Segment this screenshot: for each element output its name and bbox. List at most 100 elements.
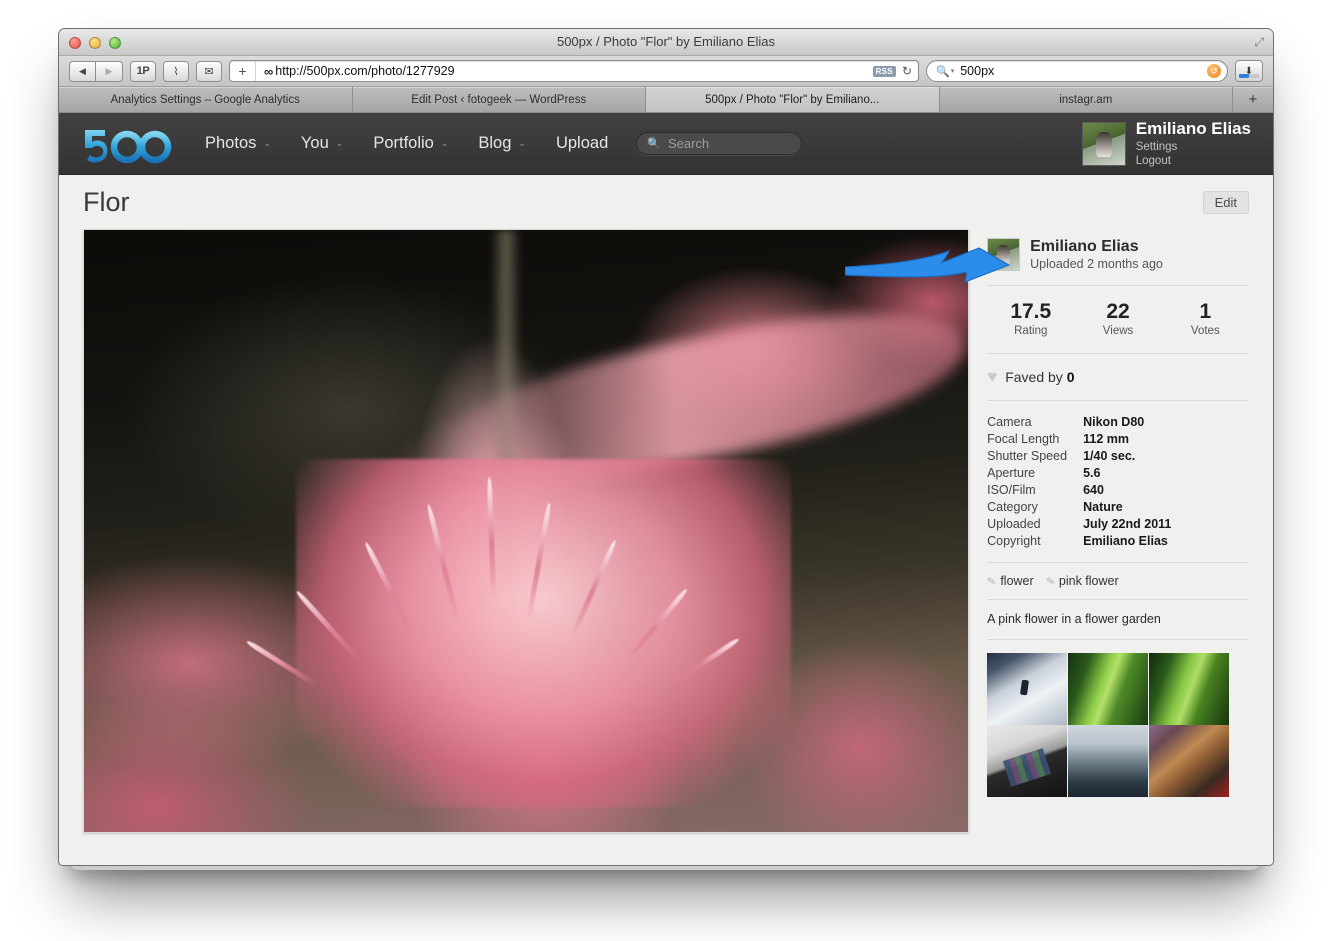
- avatar[interactable]: [987, 238, 1020, 271]
- onepassword-button[interactable]: 1P: [130, 61, 156, 82]
- thumbnail-item[interactable]: [1068, 725, 1148, 797]
- user-menu: Emiliano Elias Settings Logout: [1082, 118, 1251, 169]
- window-title: 500px / Photo "Flor" by Emiliano Elias: [59, 34, 1273, 49]
- nav-item-upload[interactable]: Upload: [544, 128, 620, 159]
- sidebar-author[interactable]: Emiliano Elias Uploaded 2 months ago: [987, 233, 1249, 285]
- stat-value: 1: [1162, 300, 1249, 323]
- 500px-logo[interactable]: [81, 123, 173, 165]
- photo-viewer[interactable]: [83, 229, 969, 833]
- exif-key: Camera: [987, 414, 1083, 431]
- reload-icon[interactable]: ↻: [902, 64, 912, 78]
- rss-icon-button[interactable]: ⌇: [163, 61, 189, 82]
- thumbnail-item[interactable]: [1068, 653, 1148, 725]
- author-name[interactable]: Emiliano Elias: [1030, 237, 1163, 257]
- address-bar-actions: RSS ↻: [873, 64, 918, 78]
- window-footer: [59, 865, 1273, 866]
- back-button[interactable]: [69, 61, 96, 82]
- exif-value: 112 mm: [1083, 431, 1129, 448]
- exif-row: Uploaded July 22nd 2011: [987, 516, 1249, 533]
- faved-count: 0: [1067, 369, 1075, 385]
- thumbnail-item[interactable]: [1149, 725, 1229, 797]
- thumbnail-item[interactable]: [987, 653, 1067, 725]
- stat-value: 22: [1074, 300, 1161, 323]
- thumbnail-item[interactable]: [987, 725, 1067, 797]
- faved-row[interactable]: ♥ Faved by 0: [987, 354, 1249, 400]
- browser-search-field[interactable]: 🔍 ▾ 500px ↺: [926, 60, 1228, 82]
- logout-link[interactable]: Logout: [1136, 154, 1251, 169]
- edit-button[interactable]: Edit: [1203, 191, 1249, 214]
- exif-table: Camera Nikon D80 Focal Length 112 mm Shu…: [987, 401, 1249, 562]
- exif-row: Category Nature: [987, 499, 1249, 516]
- heart-icon: ♥: [987, 368, 997, 385]
- window-titlebar: 500px / Photo "Flor" by Emiliano Elias ⤢: [59, 29, 1273, 56]
- exif-row: Shutter Speed 1/40 sec.: [987, 448, 1249, 465]
- exif-value: 640: [1083, 482, 1104, 499]
- user-name[interactable]: Emiliano Elias: [1136, 118, 1251, 140]
- stat-label: Rating: [987, 325, 1074, 337]
- upload-time: Uploaded 2 months ago: [1030, 257, 1163, 271]
- page-content: Photos ⌄ You ⌄ Portfolio ⌄ Blog ⌄: [59, 113, 1273, 865]
- forward-button[interactable]: [96, 61, 123, 82]
- exif-key: Shutter Speed: [987, 448, 1083, 465]
- content-row: Emiliano Elias Uploaded 2 months ago 17.…: [83, 229, 1249, 833]
- exif-key: ISO/Film: [987, 482, 1083, 499]
- add-bookmark-icon[interactable]: +: [230, 61, 256, 81]
- exif-row: Focal Length 112 mm: [987, 431, 1249, 448]
- thumbnail-item[interactable]: [1149, 653, 1229, 725]
- tag-item[interactable]: ✎ flower: [987, 574, 1034, 588]
- chevron-down-icon[interactable]: ▾: [951, 67, 955, 75]
- tag-list: ✎ flower ✎ pink flower: [987, 563, 1249, 599]
- exif-key: Aperture: [987, 465, 1083, 482]
- exif-value: Nikon D80: [1083, 414, 1144, 431]
- browser-tab-active[interactable]: 500px / Photo "Flor" by Emiliano...: [646, 87, 940, 112]
- nav-item-portfolio[interactable]: Portfolio ⌄: [361, 128, 460, 159]
- browser-tab[interactable]: instagr.am: [940, 87, 1234, 112]
- site-search-placeholder: Search: [668, 136, 709, 151]
- nav-item-you[interactable]: You ⌄: [289, 128, 355, 159]
- address-bar[interactable]: + ∞ http://500px.com/photo/1277929 RSS ↻: [229, 60, 919, 82]
- search-icon: 🔍: [647, 137, 661, 150]
- user-meta: Emiliano Elias Settings Logout: [1136, 118, 1251, 169]
- exif-value: July 22nd 2011: [1083, 516, 1171, 533]
- mail-icon-button[interactable]: ✉: [196, 61, 222, 82]
- clear-search-icon[interactable]: ↺: [1207, 64, 1221, 78]
- browser-tab[interactable]: Analytics Settings – Google Analytics: [59, 87, 353, 112]
- photo-description: A pink flower in a flower garden: [987, 600, 1249, 639]
- browser-search-value: 500px: [960, 64, 994, 78]
- chevron-down-icon: ⌄: [263, 138, 271, 149]
- tag-item[interactable]: ✎ pink flower: [1046, 574, 1119, 588]
- stat-label: Votes: [1162, 325, 1249, 337]
- downloads-button[interactable]: ⬇: [1235, 60, 1263, 82]
- nav-buttons: [69, 61, 123, 82]
- browser-window: 500px / Photo "Flor" by Emiliano Elias ⤢…: [58, 28, 1274, 866]
- related-thumbnails: [987, 640, 1249, 797]
- rss-badge[interactable]: RSS: [873, 66, 896, 77]
- faved-label: Faved by 0: [1005, 369, 1074, 385]
- exif-value: 1/40 sec.: [1083, 448, 1135, 465]
- tag-label: pink flower: [1059, 574, 1119, 588]
- avatar[interactable]: [1082, 122, 1126, 166]
- exif-row: Aperture 5.6: [987, 465, 1249, 482]
- stat-rating: 17.5 Rating: [987, 300, 1074, 337]
- fullscreen-icon[interactable]: ⤢: [1254, 36, 1264, 48]
- new-tab-button[interactable]: +: [1233, 87, 1273, 112]
- browser-toolbar: 1P ⌇ ✉ + ∞ http://500px.com/photo/127792…: [59, 56, 1273, 87]
- browser-tab[interactable]: Edit Post ‹ fotogeek — WordPress: [353, 87, 647, 112]
- search-icon: 🔍: [936, 65, 950, 78]
- infinity-icon: ∞: [256, 64, 274, 79]
- exif-key: Focal Length: [987, 431, 1083, 448]
- site-navbar: Photos ⌄ You ⌄ Portfolio ⌄ Blog ⌄: [59, 113, 1273, 175]
- nav-item-blog[interactable]: Blog ⌄: [466, 128, 538, 159]
- settings-link[interactable]: Settings: [1136, 140, 1251, 155]
- exif-row: Copyright Emiliano Elias: [987, 533, 1249, 550]
- exif-row: Camera Nikon D80: [987, 414, 1249, 431]
- main-content: Flor Edit: [59, 175, 1273, 833]
- site-search-input[interactable]: 🔍 Search: [636, 132, 802, 155]
- exif-key: Category: [987, 499, 1083, 516]
- tab-bar: Analytics Settings – Google Analytics Ed…: [59, 87, 1273, 113]
- photo-sidebar: Emiliano Elias Uploaded 2 months ago 17.…: [987, 229, 1249, 833]
- nav-item-photos[interactable]: Photos ⌄: [193, 128, 283, 159]
- page-root: 500px / Photo "Flor" by Emiliano Elias ⤢…: [0, 0, 1332, 941]
- stat-label: Views: [1074, 325, 1161, 337]
- photo-image: [84, 230, 968, 832]
